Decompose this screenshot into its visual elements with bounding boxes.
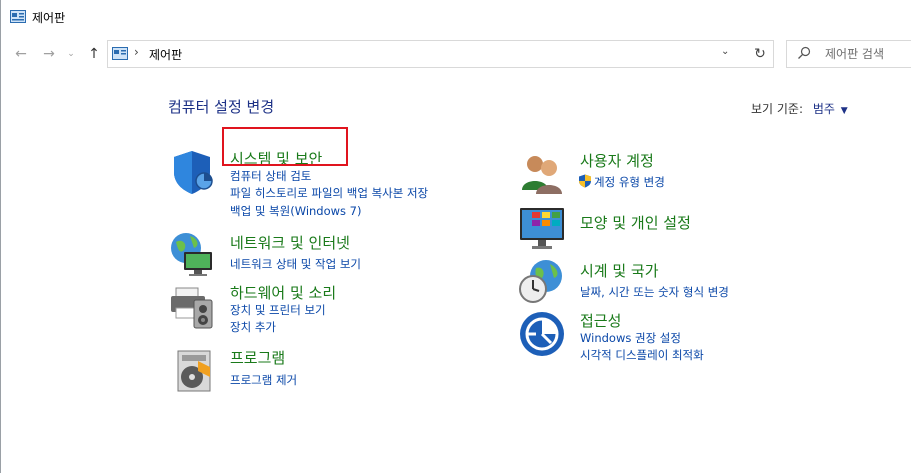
link-optimize-visual-display[interactable]: 시각적 디스플레이 최적화 [580,347,704,363]
network-globe-icon [171,233,212,276]
view-by-label: 보기 기준: [751,102,804,116]
link-file-history-backup[interactable]: 파일 히스토리로 파일의 백업 복사본 저장 [230,185,428,201]
link-backup-restore[interactable]: 백업 및 복원(Windows 7) [230,203,362,219]
search-input[interactable] [825,45,909,63]
refresh-icon[interactable]: ↻ [747,40,774,68]
up-arrow-icon[interactable]: ↑ [86,46,102,62]
back-arrow-icon[interactable]: ← [13,46,29,62]
link-change-date-time-format[interactable]: 날짜, 시간 또는 숫자 형식 변경 [580,284,729,300]
category-title-clock-region[interactable]: 시계 및 국가 [580,260,659,281]
category-title-network-internet[interactable]: 네트워크 및 인터넷 [230,232,350,253]
uac-shield-icon [579,174,591,188]
program-disc-icon [177,350,211,392]
accessibility-icon [520,312,564,356]
control-panel-icon [10,10,26,23]
control-panel-breadcrumb-icon [112,47,128,60]
link-uninstall-program[interactable]: 프로그램 제거 [230,372,297,388]
users-icon [522,156,562,194]
recent-locations-chevron-icon[interactable]: ⌄ [63,46,79,62]
breadcrumb[interactable]: 제어판 [149,46,182,63]
monitor-palette-icon [520,208,564,249]
category-title-user-accounts[interactable]: 사용자 계정 [580,150,654,171]
link-devices-printers[interactable]: 장치 및 프린터 보기 [230,302,326,318]
search-box[interactable] [786,40,911,68]
search-icon [798,46,811,59]
forward-arrow-icon[interactable]: → [41,46,57,62]
page-title: 컴퓨터 설정 변경 [168,98,275,116]
category-title-ease-of-access[interactable]: 접근성 [580,310,621,331]
highlight-box [222,127,348,166]
address-dropdown-icon[interactable]: ⌄ [721,46,729,57]
link-change-account-type-label: 계정 유형 변경 [594,175,665,189]
link-network-status[interactable]: 네트워크 상태 및 작업 보기 [230,256,361,272]
view-by-control: 보기 기준: 범주 ▼ [751,100,848,117]
category-title-appearance-personalization[interactable]: 모양 및 개인 설정 [580,212,691,233]
category-title-programs[interactable]: 프로그램 [230,347,285,368]
view-by-dropdown[interactable]: 범주 [813,102,835,116]
printer-speaker-icon [171,287,213,329]
link-review-computer-status[interactable]: 컴퓨터 상태 검토 [230,168,311,184]
dropdown-caret-icon[interactable]: ▼ [841,106,848,116]
breadcrumb-separator-icon: › [134,45,139,59]
link-recommended-settings[interactable]: Windows 권장 설정 [580,330,681,346]
window-title: 제어판 [32,11,66,25]
title-bar: 제어판 [1,0,911,34]
clock-globe-icon [519,260,562,303]
category-title-hardware-sound[interactable]: 하드웨어 및 소리 [230,282,336,303]
link-add-device[interactable]: 장치 추가 [230,319,276,335]
address-bar[interactable]: › 제어판 ⌄ [107,40,749,68]
navigation-bar: ← → ⌄ ↑ › 제어판 ⌄ ↻ [1,34,911,74]
link-change-account-type[interactable]: 계정 유형 변경 [578,174,665,190]
shield-icon [174,151,213,194]
